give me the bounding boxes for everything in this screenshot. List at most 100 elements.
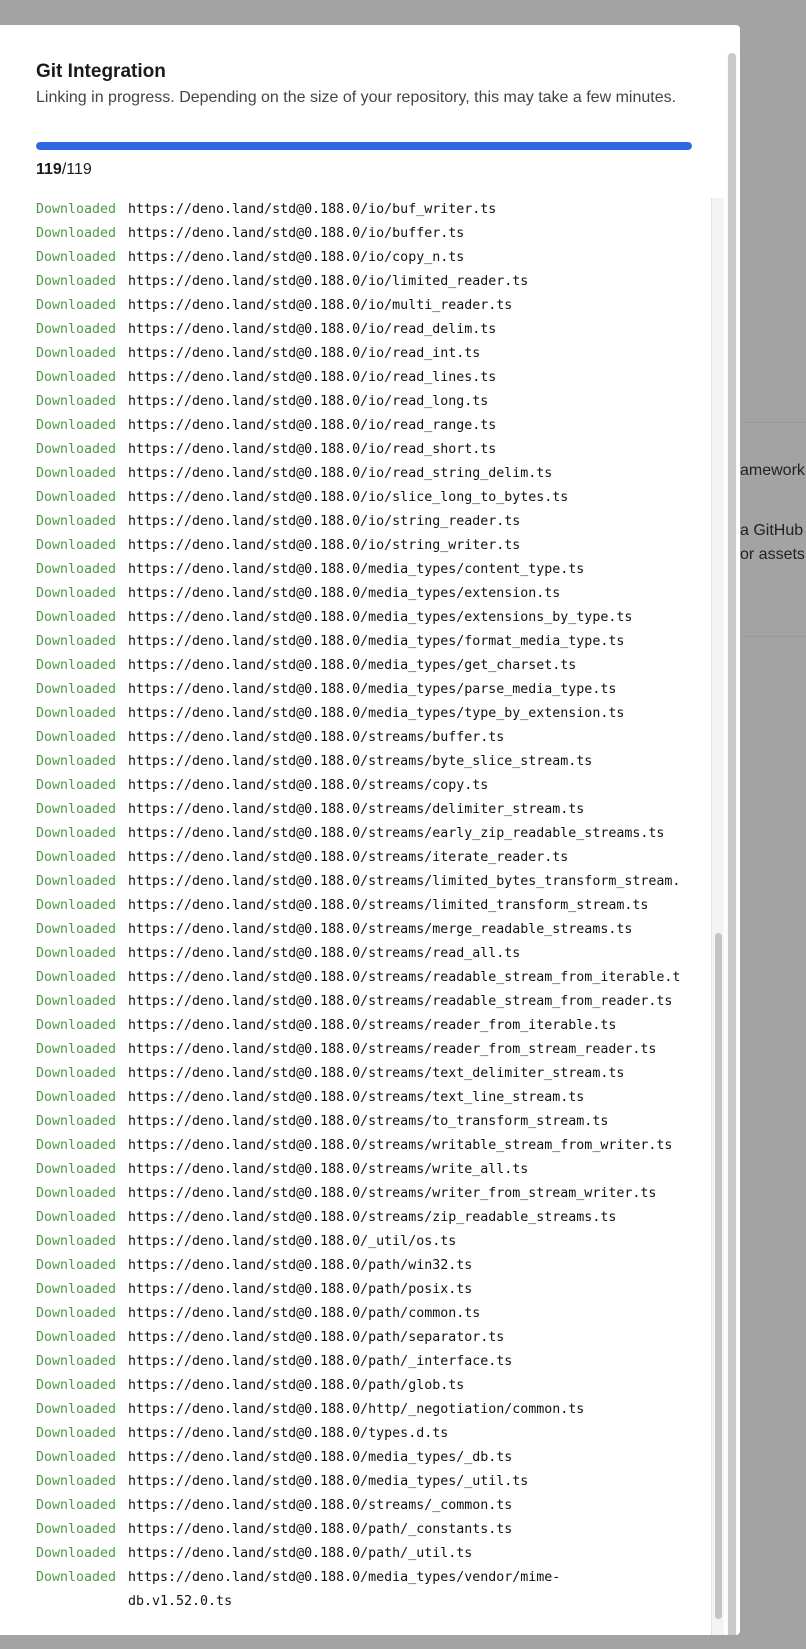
log-url: https://deno.land/std@0.188.0/io/read_sh…: [128, 442, 497, 457]
log-line: Downloaded https://deno.land/std@0.188.0/…: [36, 1518, 710, 1542]
log-line: Downloaded https://deno.land/std@0.188.0/…: [36, 246, 710, 270]
log-line: Downloaded https://deno.land/std@0.188.0/…: [36, 558, 710, 582]
log-url: https://deno.land/std@0.188.0/path/_util…: [128, 1546, 473, 1561]
log-url: https://deno.land/std@0.188.0/streams/wr…: [128, 1186, 657, 1201]
log-line: Downloaded https://deno.land/std@0.188.0/…: [36, 1230, 710, 1254]
log-url: https://deno.land/std@0.188.0/media_type…: [128, 634, 625, 649]
log-line: Downloaded https://deno.land/std@0.188.0/…: [36, 198, 710, 222]
log-line: Downloaded https://deno.land/std@0.188.0/…: [36, 1542, 710, 1566]
log-line: Downloaded https://deno.land/std@0.188.0/…: [36, 1158, 710, 1182]
log-url: https://deno.land/std@0.188.0/streams/te…: [128, 1090, 585, 1105]
log-line: Downloaded https://deno.land/std@0.188.0/…: [36, 510, 710, 534]
log-url: https://deno.land/std@0.188.0/io/limited…: [128, 274, 529, 289]
log-status: Downloaded: [36, 754, 117, 769]
log-line: Downloaded https://deno.land/std@0.188.0/…: [36, 606, 710, 630]
log-line: Downloaded https://deno.land/std@0.188.0/…: [36, 1038, 710, 1062]
log-url: https://deno.land/std@0.188.0/streams/co…: [128, 778, 489, 793]
log-status: Downloaded: [36, 970, 117, 985]
log-status: Downloaded: [36, 562, 117, 577]
log-line: Downloaded https://deno.land/std@0.188.0/…: [36, 678, 710, 702]
log-line: Downloaded https://deno.land/std@0.188.0/…: [36, 1086, 710, 1110]
log-url: https://deno.land/std@0.188.0/streams/re…: [128, 994, 673, 1009]
log-url: https://deno.land/std@0.188.0/io/string_…: [128, 538, 521, 553]
log-url: https://deno.land/std@0.188.0/path/win32…: [128, 1258, 473, 1273]
log-status: Downloaded: [36, 1474, 117, 1489]
log-status: Downloaded: [36, 1258, 117, 1273]
log-status: Downloaded: [36, 1282, 117, 1297]
log-status: Downloaded: [36, 1402, 117, 1417]
log-line: Downloaded https://deno.land/std@0.188.0/…: [36, 1470, 710, 1494]
log-url: https://deno.land/std@0.188.0/media_type…: [128, 562, 585, 577]
log-status: Downloaded: [36, 778, 117, 793]
log-url: https://deno.land/std@0.188.0/streams/li…: [128, 898, 649, 913]
log-status: Downloaded: [36, 706, 117, 721]
log-line: Downloaded https://deno.land/std@0.188.0/…: [36, 1278, 710, 1302]
log-status: Downloaded: [36, 538, 117, 553]
log-status: Downloaded: [36, 922, 117, 937]
log-url: https://deno.land/std@0.188.0/streams/ea…: [128, 826, 665, 841]
log-status: Downloaded: [36, 1090, 117, 1105]
modal-scrollbar[interactable]: [726, 53, 737, 1635]
log-url: https://deno.land/std@0.188.0/io/copy_n.…: [128, 250, 465, 265]
modal-scrollbar-thumb[interactable]: [728, 53, 736, 1635]
log-line: Downloaded https://deno.land/std@0.188.0/…: [36, 270, 710, 294]
log-status: Downloaded: [36, 1522, 117, 1537]
log-url: https://deno.land/std@0.188.0/path/separ…: [128, 1330, 505, 1345]
log-status: Downloaded: [36, 1210, 117, 1225]
log-line: Downloaded https://deno.land/std@0.188.0/…: [36, 1566, 710, 1614]
log-status: Downloaded: [36, 1066, 117, 1081]
log-url: https://deno.land/std@0.188.0/streams/re…: [128, 946, 521, 961]
log-url: https://deno.land/std@0.188.0/media_type…: [128, 1474, 529, 1489]
log-status: Downloaded: [36, 394, 117, 409]
log-line: Downloaded https://deno.land/std@0.188.0/…: [36, 366, 710, 390]
log-scrollbar-thumb[interactable]: [715, 933, 722, 1619]
log-url: https://deno.land/std@0.188.0/streams/bu…: [128, 730, 505, 745]
log-line: Downloaded https://deno.land/std@0.188.0/…: [36, 1350, 710, 1374]
log-status: Downloaded: [36, 1042, 117, 1057]
log-status: Downloaded: [36, 1306, 117, 1321]
log-url: https://deno.land/std@0.188.0/streams/me…: [128, 922, 633, 937]
log-url: https://deno.land/std@0.188.0/io/read_ra…: [128, 418, 497, 433]
log-url: https://deno.land/std@0.188.0/io/multi_r…: [128, 298, 513, 313]
log-status: Downloaded: [36, 490, 117, 505]
log-line: Downloaded https://deno.land/std@0.188.0/…: [36, 774, 710, 798]
log-url: https://deno.land/std@0.188.0/streams/wr…: [128, 1162, 529, 1177]
progress-bar: [36, 142, 692, 150]
log-line: Downloaded https://deno.land/std@0.188.0/…: [36, 1062, 710, 1086]
log-url: https://deno.land/std@0.188.0/streams/_c…: [128, 1498, 513, 1513]
log-url: https://deno.land/std@0.188.0/path/glob.…: [128, 1378, 465, 1393]
log-line: Downloaded https://deno.land/std@0.188.0/…: [36, 1446, 710, 1470]
log-url: https://deno.land/std@0.188.0/streams/re…: [128, 970, 681, 985]
log-status: Downloaded: [36, 1354, 117, 1369]
log-line: Downloaded https://deno.land/std@0.188.0/…: [36, 414, 710, 438]
log-status: Downloaded: [36, 466, 117, 481]
log-status: Downloaded: [36, 1426, 117, 1441]
progress-bar-fill: [36, 142, 692, 150]
log-url: https://deno.land/std@0.188.0/types.d.ts: [128, 1426, 449, 1441]
log-status: Downloaded: [36, 1570, 117, 1585]
log-line: Downloaded https://deno.land/std@0.188.0/…: [36, 1110, 710, 1134]
log-url: https://deno.land/std@0.188.0/io/buf_wri…: [128, 202, 497, 217]
log-url: https://deno.land/std@0.188.0/streams/it…: [128, 850, 569, 865]
log-status: Downloaded: [36, 1138, 117, 1153]
log-scrollbar[interactable]: [711, 198, 724, 1635]
log-status: Downloaded: [36, 1450, 117, 1465]
log-status: Downloaded: [36, 1162, 117, 1177]
log-url: https://deno.land/std@0.188.0/io/read_in…: [128, 346, 481, 361]
log-status: Downloaded: [36, 586, 117, 601]
log-url: https://deno.land/std@0.188.0/path/_inte…: [128, 1354, 513, 1369]
log-line: Downloaded https://deno.land/std@0.188.0/…: [36, 894, 710, 918]
log-line: Downloaded https://deno.land/std@0.188.0/…: [36, 342, 710, 366]
log-line: Downloaded https://deno.land/std@0.188.0/…: [36, 870, 710, 894]
log-url: https://deno.land/std@0.188.0/io/read_li…: [128, 370, 497, 385]
background-text-fragment: amework,: [740, 462, 806, 479]
log-line: Downloaded https://deno.land/std@0.188.0/…: [36, 486, 710, 510]
log-url: https://deno.land/std@0.188.0/streams/to…: [128, 1114, 609, 1129]
log-url: https://deno.land/std@0.188.0/path/posix…: [128, 1282, 473, 1297]
log-status: Downloaded: [36, 994, 117, 1009]
log-line: Downloaded https://deno.land/std@0.188.0/…: [36, 1014, 710, 1038]
log-status: Downloaded: [36, 442, 117, 457]
log-line: Downloaded https://deno.land/std@0.188.0/…: [36, 582, 710, 606]
log-status: Downloaded: [36, 514, 117, 529]
download-log[interactable]: Downloaded https://deno.land/std@0.188.0/…: [36, 198, 710, 1635]
